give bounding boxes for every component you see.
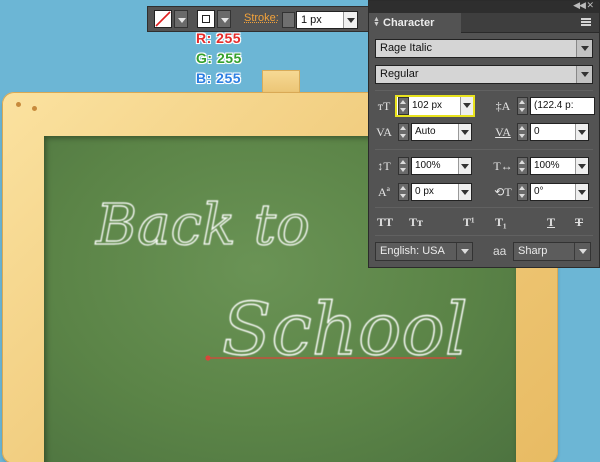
chevron-down-icon[interactable] [458, 184, 471, 200]
underline-icon[interactable]: T [547, 215, 555, 230]
horizontal-scale-icon: T↔ [493, 159, 513, 173]
font-size-icon: ᴛT [377, 99, 391, 113]
horizontal-scale-value: 100% [534, 160, 560, 171]
horizontal-scale-field[interactable]: 100% [530, 157, 589, 175]
stroke-weight-stepper[interactable] [282, 12, 295, 28]
kerning-icon: VA [376, 125, 392, 139]
panel-divider [375, 207, 593, 208]
chevron-down-icon[interactable] [460, 97, 473, 115]
kerning-field[interactable]: Auto [411, 123, 472, 141]
tab-character[interactable]: ▲ ▼ Character [369, 13, 461, 33]
antialias-select[interactable]: Sharp [513, 242, 591, 261]
chevron-down-icon[interactable] [574, 243, 590, 260]
leading-icon: ‡A [495, 99, 511, 113]
chevron-down-icon[interactable] [458, 158, 471, 174]
panel-divider [375, 90, 593, 91]
tracking-stepper[interactable] [517, 123, 528, 141]
fill-dropdown-button[interactable] [174, 10, 188, 28]
small-caps-icon[interactable]: Tт [409, 215, 423, 230]
vertical-scale-value: 100% [415, 160, 441, 171]
stroke-label[interactable]: Stroke: [244, 12, 279, 24]
tracking-value: 0 [534, 126, 540, 137]
chevron-down-icon[interactable] [456, 243, 472, 260]
rotation-stepper[interactable] [517, 183, 528, 201]
panel-menu-icon[interactable] [581, 18, 591, 28]
stroke-weight-field[interactable]: 1 px [296, 11, 358, 29]
font-style-value: Regular [380, 68, 419, 80]
chevron-down-icon[interactable] [576, 40, 592, 57]
chevron-down-icon[interactable] [458, 124, 471, 140]
frame-nail [16, 102, 21, 107]
language-select[interactable]: English: USA [375, 242, 473, 261]
stroke-dropdown-button[interactable] [217, 10, 231, 28]
vertical-scale-field[interactable]: 100% [411, 157, 472, 175]
frame-nail [32, 106, 37, 111]
chevron-down-icon[interactable] [575, 184, 588, 200]
tracking-icon: VA [495, 125, 511, 139]
chevron-down-icon[interactable] [576, 66, 592, 83]
panel-divider [375, 149, 593, 150]
baseline-shift-field[interactable]: 0 px [411, 183, 472, 201]
baseline-shift-value: 0 px [415, 186, 434, 197]
stroke-weight-dropdown[interactable] [343, 12, 357, 28]
font-size-value: 102 px [412, 100, 443, 111]
stroke-weight-value: 1 px [301, 14, 322, 26]
tab-expand-icon[interactable]: ▲ ▼ [373, 16, 380, 28]
baseline-shift-icon: Aª [378, 185, 390, 199]
leading-stepper[interactable] [517, 97, 528, 115]
character-rotation-icon: ⟲T [494, 185, 512, 199]
panel-tab-bar: ▲ ▼ Character [369, 13, 599, 33]
superscript-icon[interactable]: T¹ [463, 215, 475, 230]
stroke-swatch[interactable] [197, 10, 215, 28]
panel-divider [375, 235, 593, 236]
baseline-shift-stepper[interactable] [398, 183, 409, 201]
chalk-line-back-to[interactable]: Back to [94, 192, 310, 258]
font-family-select[interactable]: Rage Italic [375, 39, 593, 58]
kerning-value: Auto [415, 126, 436, 137]
character-panel: ◀◀ ✕ ▲ ▼ Character Rage Italic Regular ᴛT… [368, 0, 600, 268]
language-value: English: USA [380, 245, 445, 257]
rgb-blue-value: B: 255 [196, 70, 242, 86]
vertical-scale-icon: ↕T [377, 159, 391, 173]
tracking-field[interactable]: 0 [530, 123, 589, 141]
panel-title-bar[interactable]: ◀◀ ✕ [369, 0, 599, 13]
chevron-down-icon[interactable] [575, 158, 588, 174]
antialias-value: Sharp [518, 245, 548, 257]
leading-value: (122.4 p: [534, 100, 574, 111]
rotation-field[interactable]: 0° [530, 183, 589, 201]
text-anchor-point[interactable] [205, 355, 211, 361]
rotation-value: 0° [534, 186, 544, 197]
tab-character-label: Character [383, 17, 435, 29]
fill-swatch[interactable] [154, 10, 172, 28]
control-bar: Stroke: 1 px [147, 6, 369, 32]
all-caps-icon[interactable]: TT [377, 215, 393, 230]
font-family-value: Rage Italic [380, 42, 432, 54]
panel-collapse-icon[interactable]: ◀◀ ✕ [573, 0, 594, 11]
kerning-stepper[interactable] [398, 123, 409, 141]
rgb-green-value: G: 255 [196, 50, 242, 66]
font-size-stepper-arrows[interactable] [398, 97, 409, 115]
font-style-select[interactable]: Regular [375, 65, 593, 84]
leading-field[interactable]: (122.4 p: [530, 97, 595, 115]
chevron-down-icon[interactable] [575, 124, 588, 140]
horizontal-scale-stepper[interactable] [517, 157, 528, 175]
vertical-scale-stepper[interactable] [398, 157, 409, 175]
subscript-icon[interactable]: T₁ [495, 215, 507, 230]
strikethrough-icon[interactable]: T [575, 215, 583, 230]
rgb-red-value: R: 255 [196, 30, 242, 46]
antialias-icon: aa [493, 244, 507, 258]
